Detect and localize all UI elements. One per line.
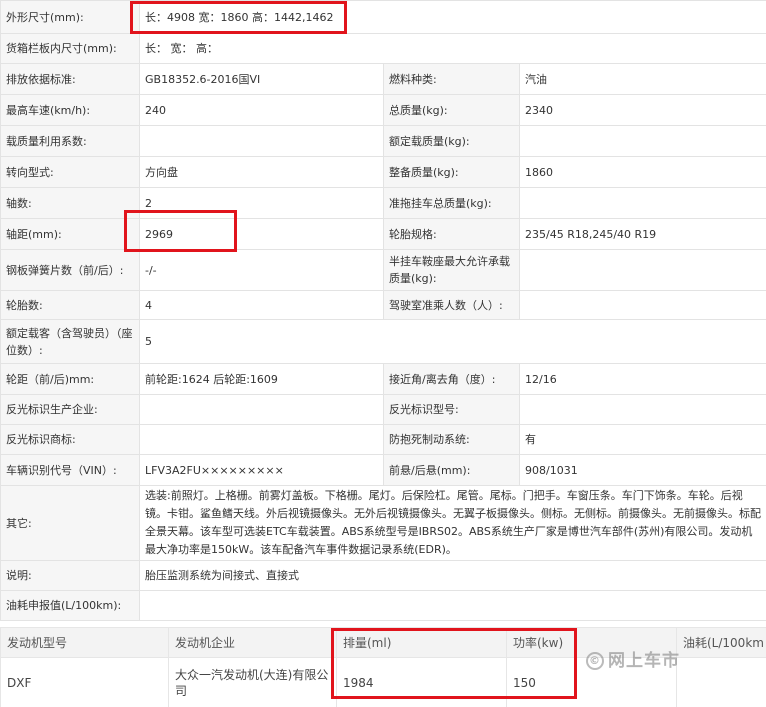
spec-value <box>518 187 766 219</box>
spec-row: 轮距（前/后)mm: 前轮距:1624 后轮距:1609 接近角/离去角（度）:… <box>0 363 766 395</box>
spec-value: 汽油 <box>518 63 766 95</box>
spec-row: 最高车速(km/h): 240 总质量(kg): 2340 <box>0 94 766 126</box>
engine-header-fuel: 油耗(L/100km <box>676 627 766 658</box>
spec-label: 反光标识生产企业: <box>0 394 140 425</box>
spec-value <box>518 290 766 320</box>
spec-label: 油耗申报值(L/100km): <box>0 590 140 621</box>
engine-table-header: 发动机型号 发动机企业 排量(ml) 功率(kw) 油耗(L/100km <box>0 627 766 658</box>
spec-row: 反光标识生产企业: 反光标识型号: <box>0 394 766 425</box>
spec-label: 货箱栏板内尺寸(mm): <box>0 33 140 64</box>
spec-value: 12/16 <box>518 363 766 395</box>
spec-label: 轴距(mm): <box>0 218 140 250</box>
spec-value: 长：4908 宽：1860 高：1442,1462 <box>138 0 766 34</box>
engine-model: DXF <box>0 657 169 707</box>
spec-label: 转向型式: <box>0 156 140 188</box>
spec-row: 轮胎数: 4 驾驶室准乘人数（人）: <box>0 290 766 320</box>
spec-label: 排放依据标准: <box>0 63 140 95</box>
spec-label: 接近角/离去角（度）: <box>383 363 520 395</box>
engine-header-power: 功率(kw) <box>506 627 677 658</box>
spec-label: 轮胎数: <box>0 290 140 320</box>
engine-header-model: 发动机型号 <box>0 627 169 658</box>
spec-row-vin: 车辆识别代号（VIN）: LFV3A2FU××××××××× 前悬/后悬(mm)… <box>0 454 766 486</box>
spec-label: 反光标识型号: <box>383 394 520 425</box>
spec-row: 排放依据标准: GB18352.6-2016国VI 燃料种类: 汽油 <box>0 63 766 95</box>
engine-table: 发动机型号 发动机企业 排量(ml) 功率(kw) 油耗(L/100km DXF… <box>0 627 766 707</box>
spec-label: 整备质量(kg): <box>383 156 520 188</box>
spec-value: 2340 <box>518 94 766 126</box>
engine-maker: 大众一汽发动机(大连)有限公司 <box>168 657 337 707</box>
spec-value: 长： 宽： 高： <box>138 33 766 64</box>
spec-label: 轮距（前/后)mm: <box>0 363 140 395</box>
spec-row-wheelbase: 轴距(mm): 2969 轮胎规格: 235/45 R18,245/40 R19 <box>0 218 766 250</box>
spec-row-other: 其它: 选装:前照灯。上格栅。前雾灯盖板。下格栅。尾灯。后保险杠。尾管。尾标。门… <box>0 485 766 561</box>
spec-label: 驾驶室准乘人数（人）: <box>383 290 520 320</box>
spec-value: 胎压监测系统为间接式、直接式 <box>138 560 766 591</box>
spec-value: 方向盘 <box>139 156 384 188</box>
spec-label: 载质量利用系数: <box>0 125 140 157</box>
spec-label: 车辆识别代号（VIN）: <box>0 454 140 486</box>
spec-value: LFV3A2FU××××××××× <box>139 454 384 486</box>
spec-row-note: 说明: 胎压监测系统为间接式、直接式 <box>0 560 766 591</box>
spec-row: 反光标识商标: 防抱死制动系统: 有 <box>0 424 766 455</box>
spec-row-cargo-box: 货箱栏板内尺寸(mm): 长： 宽： 高： <box>0 33 766 64</box>
spec-value <box>139 394 384 425</box>
table-row: DXF 大众一汽发动机(大连)有限公司 1984 150 <box>0 657 766 707</box>
spec-label: 最高车速(km/h): <box>0 94 140 126</box>
spec-label: 钢板弹簧片数（前/后）: <box>0 249 140 291</box>
spec-value <box>518 249 766 291</box>
spec-value: 1860 <box>518 156 766 188</box>
spec-value: 选装:前照灯。上格栅。前雾灯盖板。下格栅。尾灯。后保险杠。尾管。尾标。门把手。车… <box>138 485 766 561</box>
spec-value: 240 <box>139 94 384 126</box>
spec-label: 反光标识商标: <box>0 424 140 455</box>
spec-value: 235/45 R18,245/40 R19 <box>518 218 766 250</box>
spec-label: 额定载质量(kg): <box>383 125 520 157</box>
spec-label: 燃料种类: <box>383 63 520 95</box>
engine-displacement: 1984 <box>336 657 507 707</box>
spec-value: -/- <box>139 249 384 291</box>
spec-row: 额定载客（含驾驶员）（座位数）: 5 <box>0 319 766 364</box>
spec-row: 转向型式: 方向盘 整备质量(kg): 1860 <box>0 156 766 188</box>
spec-value <box>139 125 384 157</box>
spec-row: 轴数: 2 准拖挂车总质量(kg): <box>0 187 766 219</box>
spec-row: 钢板弹簧片数（前/后）: -/- 半挂车鞍座最大允许承载质量(kg): <box>0 249 766 291</box>
engine-header-maker: 发动机企业 <box>168 627 337 658</box>
spec-label: 说明: <box>0 560 140 591</box>
spec-row-dimensions: 外形尺寸(mm): 长：4908 宽：1860 高：1442,1462 <box>0 0 766 34</box>
spec-value: 4 <box>139 290 384 320</box>
spec-value <box>139 424 384 455</box>
engine-power: 150 <box>506 657 677 707</box>
spec-label: 额定载客（含驾驶员）（座位数）: <box>0 319 140 364</box>
spec-label: 总质量(kg): <box>383 94 520 126</box>
spec-value: 908/1031 <box>518 454 766 486</box>
spec-value: 2 <box>139 187 384 219</box>
spec-label: 防抱死制动系统: <box>383 424 520 455</box>
spec-value <box>518 125 766 157</box>
spec-label: 轮胎规格: <box>383 218 520 250</box>
engine-header-displacement: 排量(ml) <box>336 627 507 658</box>
spec-label: 半挂车鞍座最大允许承载质量(kg): <box>383 249 520 291</box>
spec-label: 外形尺寸(mm): <box>0 0 140 34</box>
spec-value: 2969 <box>139 218 384 250</box>
spec-value: GB18352.6-2016国VI <box>139 63 384 95</box>
spec-value <box>518 394 766 425</box>
spec-label: 其它: <box>0 485 140 561</box>
engine-fuel <box>676 657 766 707</box>
spec-label: 前悬/后悬(mm): <box>383 454 520 486</box>
spec-row-fuel: 油耗申报值(L/100km): <box>0 590 766 621</box>
spec-value: 前轮距:1624 后轮距:1609 <box>139 363 384 395</box>
spec-label: 轴数: <box>0 187 140 219</box>
spec-row: 载质量利用系数: 额定载质量(kg): <box>0 125 766 157</box>
spec-value: 有 <box>518 424 766 455</box>
spec-value <box>138 590 766 621</box>
vehicle-spec-table: 外形尺寸(mm): 长：4908 宽：1860 高：1442,1462 货箱栏板… <box>0 0 766 621</box>
spec-value: 5 <box>138 319 766 364</box>
spec-label: 准拖挂车总质量(kg): <box>383 187 520 219</box>
